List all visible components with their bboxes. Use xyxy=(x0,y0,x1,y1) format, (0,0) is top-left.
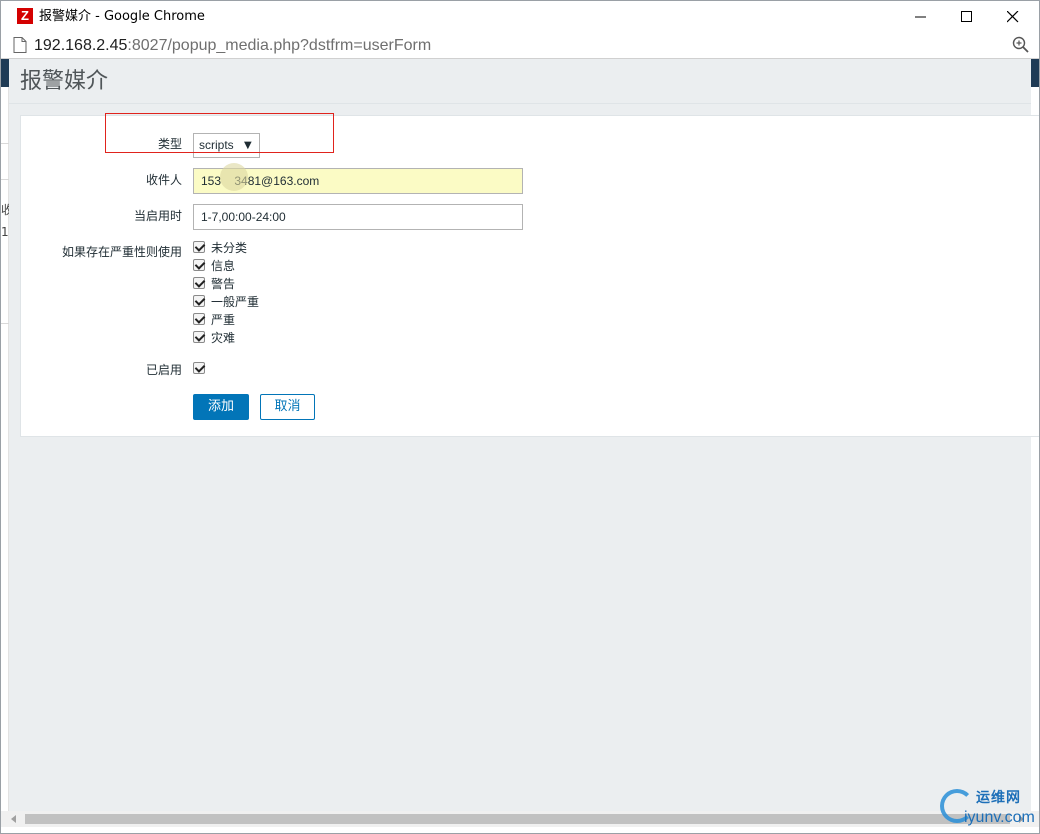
severity-option-label: 一般严重 xyxy=(211,295,260,309)
popup-header: 报警媒介 xyxy=(9,59,1031,104)
horizontal-scrollbar[interactable] xyxy=(1,811,1039,827)
media-form-panel xyxy=(20,115,1039,437)
address-bar[interactable]: 192.168.2.45:8027/popup_media.php?dstfrm… xyxy=(1,32,1039,59)
background-divider xyxy=(1,179,9,180)
severity-option-label: 信息 xyxy=(211,259,236,273)
checkbox-checked-icon[interactable] xyxy=(193,331,205,343)
url-text[interactable]: 192.168.2.45:8027/popup_media.php?dstfrm… xyxy=(34,36,431,55)
cancel-button[interactable]: 取消 xyxy=(260,394,315,420)
when-active-input[interactable]: 1-7,00:00-24:00 xyxy=(193,204,523,230)
minimize-button[interactable] xyxy=(898,1,944,32)
page-icon xyxy=(13,37,27,53)
background-text: 15 xyxy=(1,225,9,239)
background-text: 收 xyxy=(1,203,9,217)
background-page-header-right xyxy=(1031,59,1039,87)
severity-option-label: 未分类 xyxy=(211,241,248,255)
checkbox-checked-icon[interactable] xyxy=(193,295,205,307)
url-path: :8027/popup_media.php?dstfrm=userForm xyxy=(127,37,432,54)
background-page-left-edge xyxy=(1,59,9,811)
site-watermark: 运维网 iyunv.com xyxy=(936,781,1036,831)
background-divider xyxy=(1,143,9,144)
checkbox-checked-icon[interactable] xyxy=(193,277,205,289)
severity-option-label: 警告 xyxy=(211,277,236,291)
page-title: 报警媒介 xyxy=(20,69,109,94)
minimize-icon xyxy=(915,16,926,18)
scrollbar-thumb[interactable] xyxy=(25,814,1010,824)
recipient-label: 收件人 xyxy=(145,173,182,187)
checkbox-checked-icon[interactable] xyxy=(193,241,205,253)
when-active-label: 当启用时 xyxy=(133,209,182,223)
cursor-highlight xyxy=(220,163,248,191)
browser-window: Z 报警媒介 - Google Chrome 192.168.2.45:8027… xyxy=(0,0,1040,834)
zabbix-app-icon: Z xyxy=(17,8,33,24)
watermark-bottom-text: iyunv.com xyxy=(964,809,1035,826)
title-bar: Z 报警媒介 - Google Chrome xyxy=(1,1,1039,32)
background-divider xyxy=(1,323,9,324)
checkbox-checked-icon[interactable] xyxy=(193,362,205,374)
severity-option-label: 严重 xyxy=(211,313,236,327)
maximize-button[interactable] xyxy=(944,1,990,32)
page-content: 收 15 报警媒介 类型 scripts ▼ 收件人 153 3481@163.… xyxy=(1,59,1039,811)
url-host: 192.168.2.45 xyxy=(34,37,128,54)
severity-option-label: 灾难 xyxy=(211,331,236,345)
enabled-label: 已启用 xyxy=(145,363,182,377)
close-button[interactable] xyxy=(990,1,1036,32)
zoom-icon[interactable] xyxy=(1012,36,1030,54)
close-icon xyxy=(1007,11,1019,23)
window-title: 报警媒介 - Google Chrome xyxy=(39,9,205,24)
add-button[interactable]: 添加 xyxy=(193,394,249,420)
scroll-left-arrow-icon[interactable] xyxy=(11,815,17,823)
severity-label: 如果存在严重性则使用 xyxy=(61,245,182,259)
background-page-header-left xyxy=(1,59,9,87)
annotation-highlight-box xyxy=(105,113,334,153)
watermark-top-text: 运维网 xyxy=(976,790,1021,806)
checkbox-checked-icon[interactable] xyxy=(193,259,205,271)
checkbox-checked-icon[interactable] xyxy=(193,313,205,325)
maximize-icon xyxy=(961,11,972,22)
